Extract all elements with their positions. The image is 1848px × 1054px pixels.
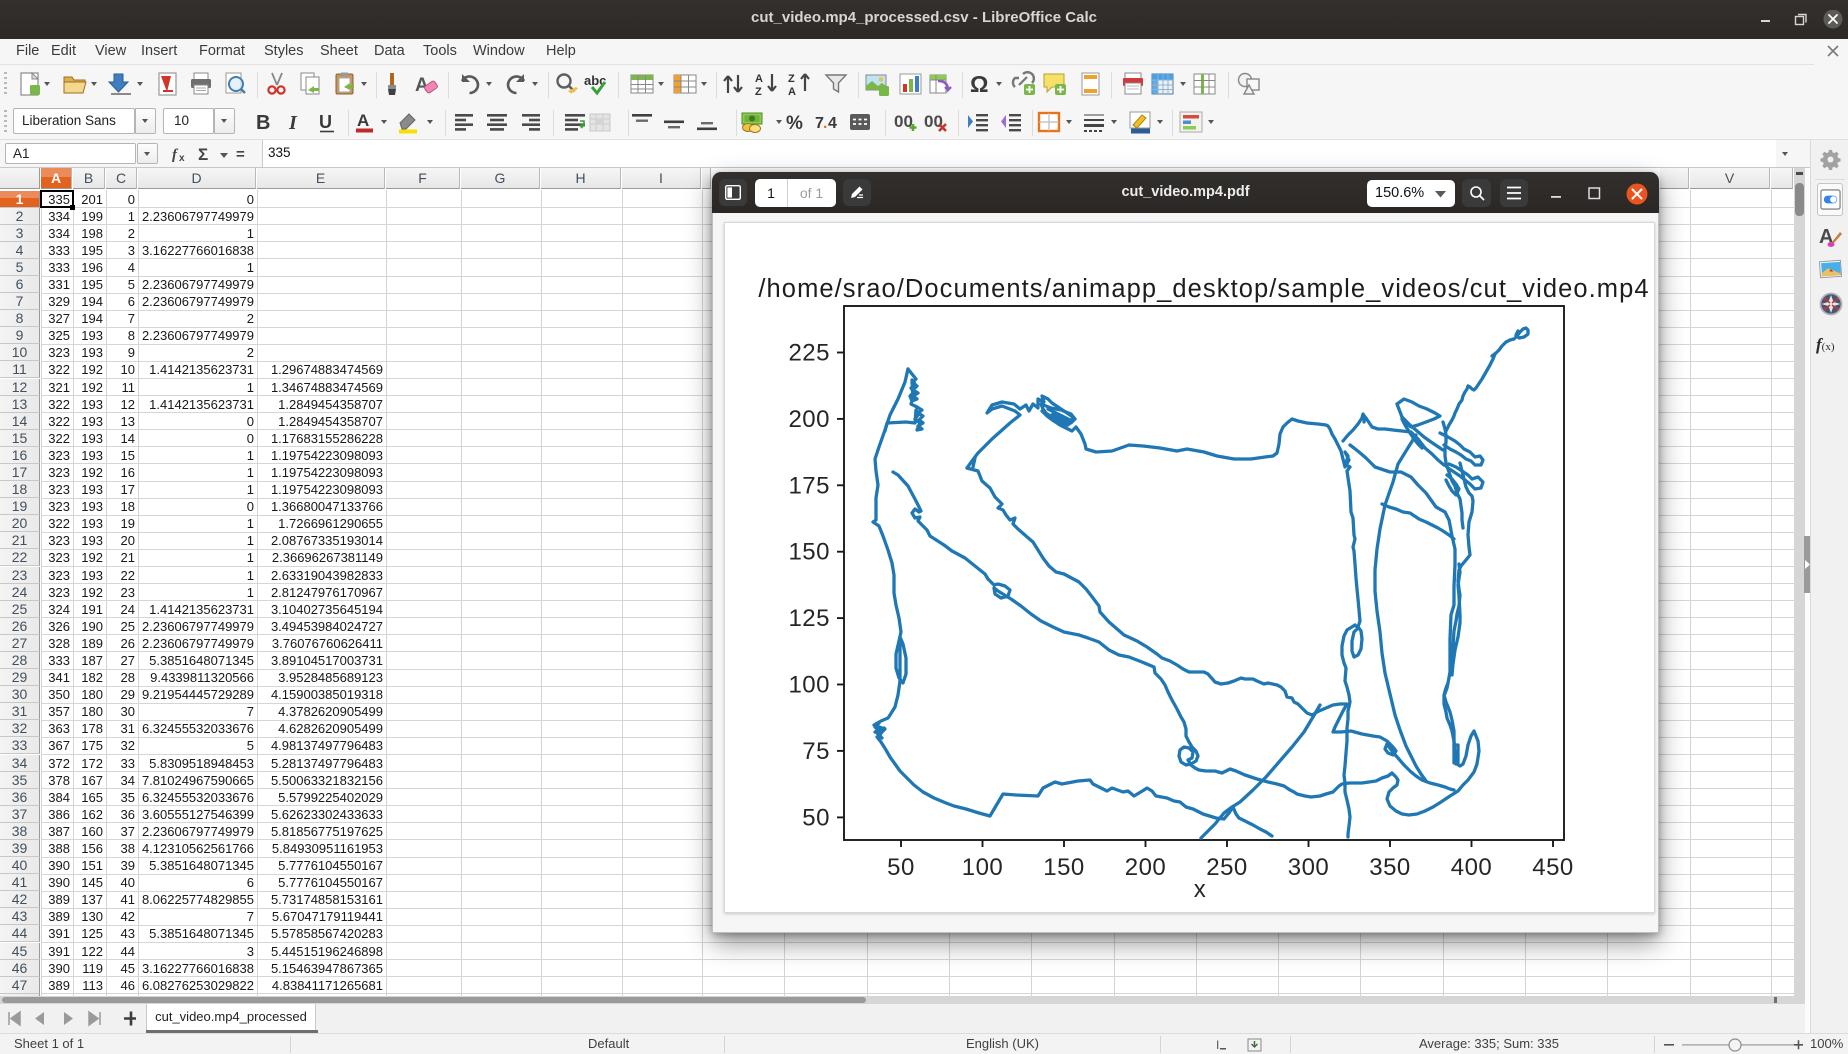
- svg-text:B: B: [256, 112, 270, 134]
- svg-text:A: A: [357, 111, 369, 130]
- svg-text:%: %: [786, 113, 803, 134]
- svg-text:250: 250: [1206, 854, 1248, 881]
- svg-text:=: =: [236, 146, 245, 163]
- svg-text:.: .: [823, 115, 827, 132]
- svg-text:50: 50: [802, 804, 830, 831]
- svg-text:125: 125: [788, 605, 830, 632]
- svg-text:400: 400: [1451, 854, 1493, 881]
- svg-text:Z: Z: [788, 73, 795, 85]
- svg-text:I: I: [288, 112, 298, 134]
- svg-text:75: 75: [802, 738, 830, 765]
- svg-text:f: f: [172, 147, 179, 163]
- svg-text:A: A: [788, 86, 796, 97]
- svg-text:Z: Z: [755, 86, 762, 97]
- svg-text:350: 350: [1369, 854, 1411, 881]
- svg-text:225: 225: [788, 340, 830, 367]
- svg-text:100: 100: [788, 672, 830, 699]
- svg-text:Ω: Ω: [970, 71, 988, 97]
- svg-text:100: 100: [962, 854, 1004, 881]
- svg-text:4: 4: [828, 115, 837, 132]
- svg-text:450: 450: [1532, 854, 1574, 881]
- svg-text:150: 150: [788, 539, 830, 566]
- svg-text:50: 50: [887, 854, 915, 881]
- svg-text:A: A: [755, 73, 763, 85]
- svg-text:/home/srao/Documents/animapp_d: /home/srao/Documents/animapp_desktop/sam…: [758, 275, 1649, 303]
- svg-text:300: 300: [1288, 854, 1330, 881]
- svg-text:Σ: Σ: [198, 145, 208, 164]
- svg-text:200: 200: [788, 406, 830, 433]
- svg-text:200: 200: [1125, 854, 1167, 881]
- svg-text:x: x: [179, 153, 185, 164]
- svg-text:I: I: [1216, 1038, 1219, 1052]
- svg-text:175: 175: [788, 472, 830, 499]
- svg-text:U: U: [319, 112, 332, 132]
- svg-text:x: x: [1194, 876, 1207, 903]
- svg-text:150: 150: [1043, 854, 1085, 881]
